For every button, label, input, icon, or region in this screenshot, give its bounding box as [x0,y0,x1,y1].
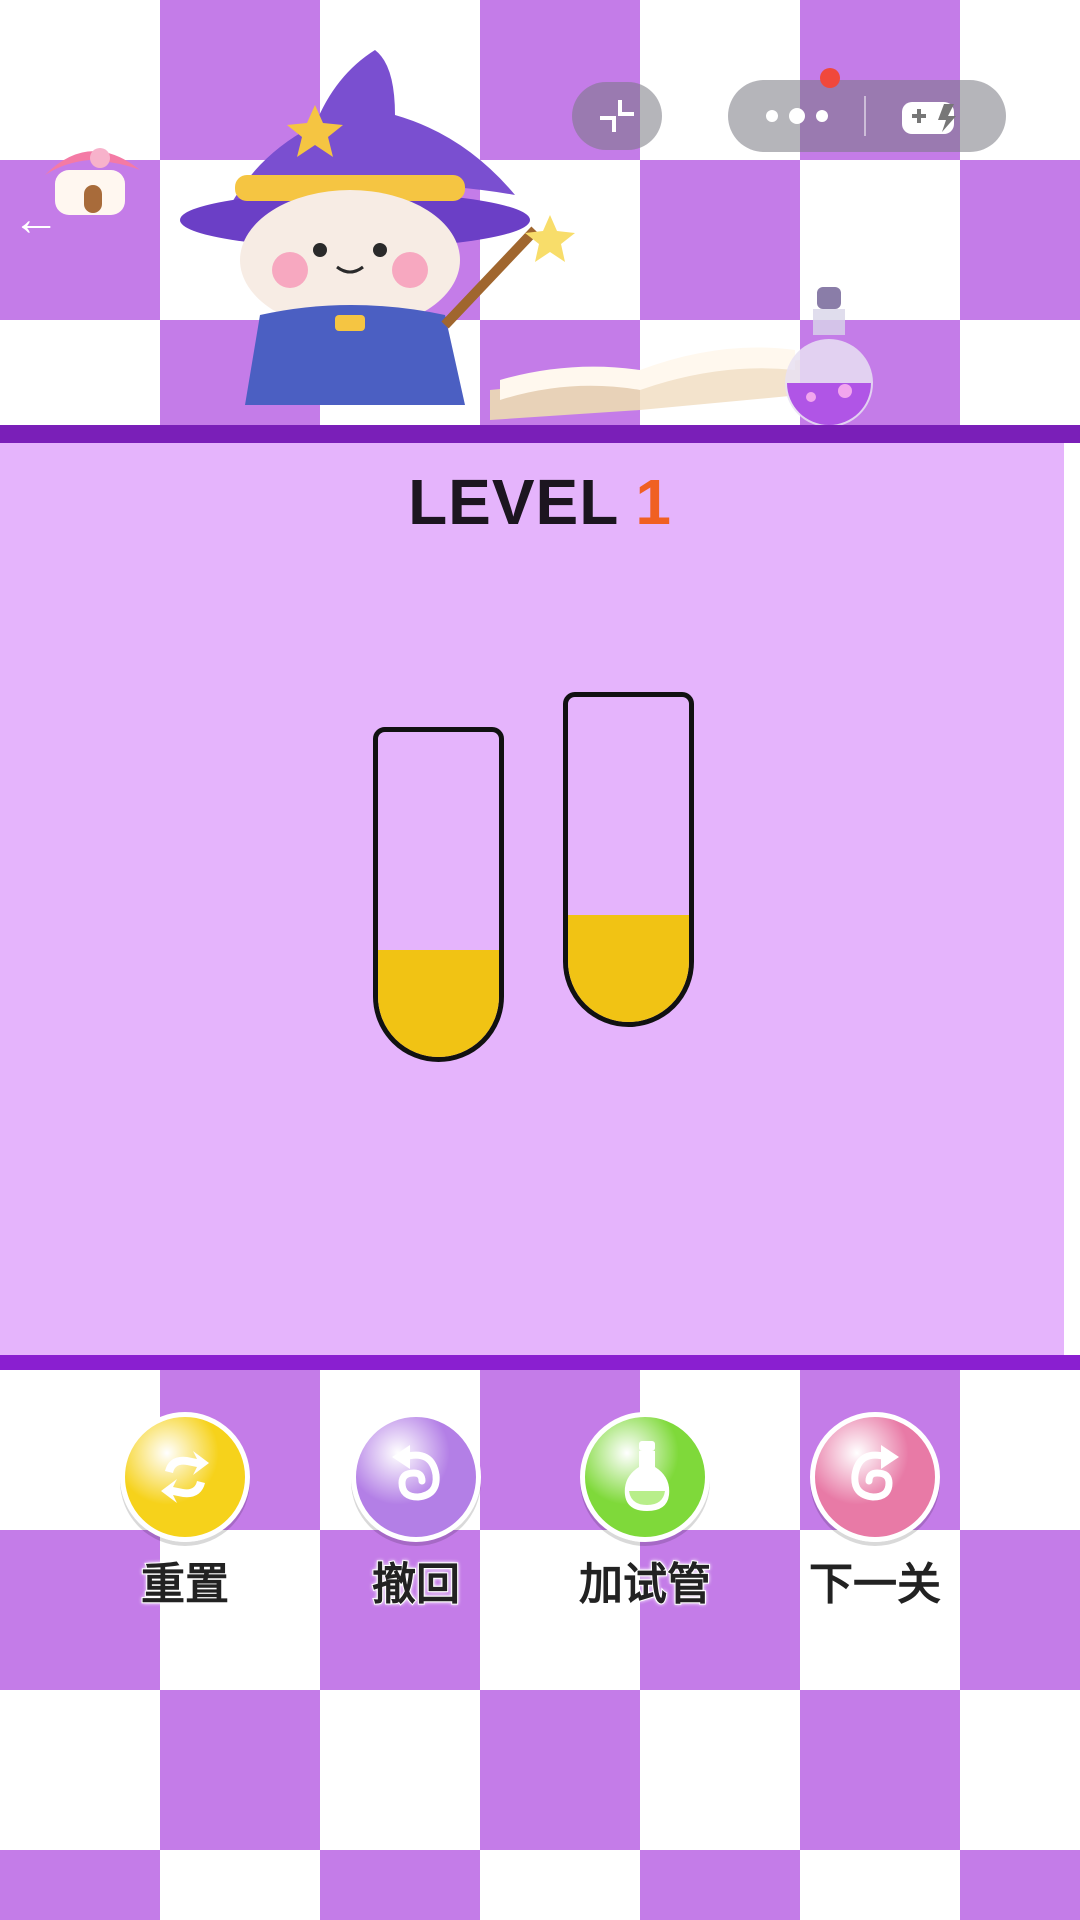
next-level-label: 下一关 [808,1559,942,1610]
more-dots-icon[interactable] [762,106,832,126]
play-area [0,443,1064,1355]
back-arrow-icon[interactable]: ← [12,196,60,244]
gamepad-icon[interactable] [898,96,964,138]
add-tube-circle [580,1412,710,1542]
minimize-button[interactable] [572,82,662,150]
potion-bottle-icon [785,287,873,425]
undo-button[interactable]: 撤回 [336,1412,496,1612]
notification-dot [820,68,840,88]
next-level-button[interactable]: 下一关 [795,1412,955,1612]
next-level-circle [810,1412,940,1542]
refresh-icon [161,1451,209,1503]
capsule-divider [864,96,866,136]
tube-1-liquid [378,949,499,1057]
reset-button[interactable]: 重置 [105,1412,265,1612]
reset-circle [120,1412,250,1542]
header-divider [0,425,1080,443]
add-tube-icon [624,1441,670,1511]
add-tube-label: 加试管 [578,1559,712,1610]
level-title: LEVEL 1 [0,465,1080,539]
capsule-menu [728,80,1006,152]
undo-icon [392,1445,440,1501]
minimize-icon [600,100,634,132]
undo-label: 撤回 [371,1559,461,1610]
test-tube-2[interactable] [563,692,694,1027]
add-tube-button[interactable]: 加试管 [565,1412,725,1612]
next-level-icon [851,1445,899,1501]
test-tube-1[interactable] [373,727,504,1062]
level-number: 1 [635,466,672,538]
tube-2-liquid [568,914,689,1022]
book-icon [490,347,800,420]
level-prefix: LEVEL [408,466,620,538]
undo-circle [351,1412,481,1542]
reset-label: 重置 [140,1559,230,1610]
footer-divider [0,1355,1080,1371]
